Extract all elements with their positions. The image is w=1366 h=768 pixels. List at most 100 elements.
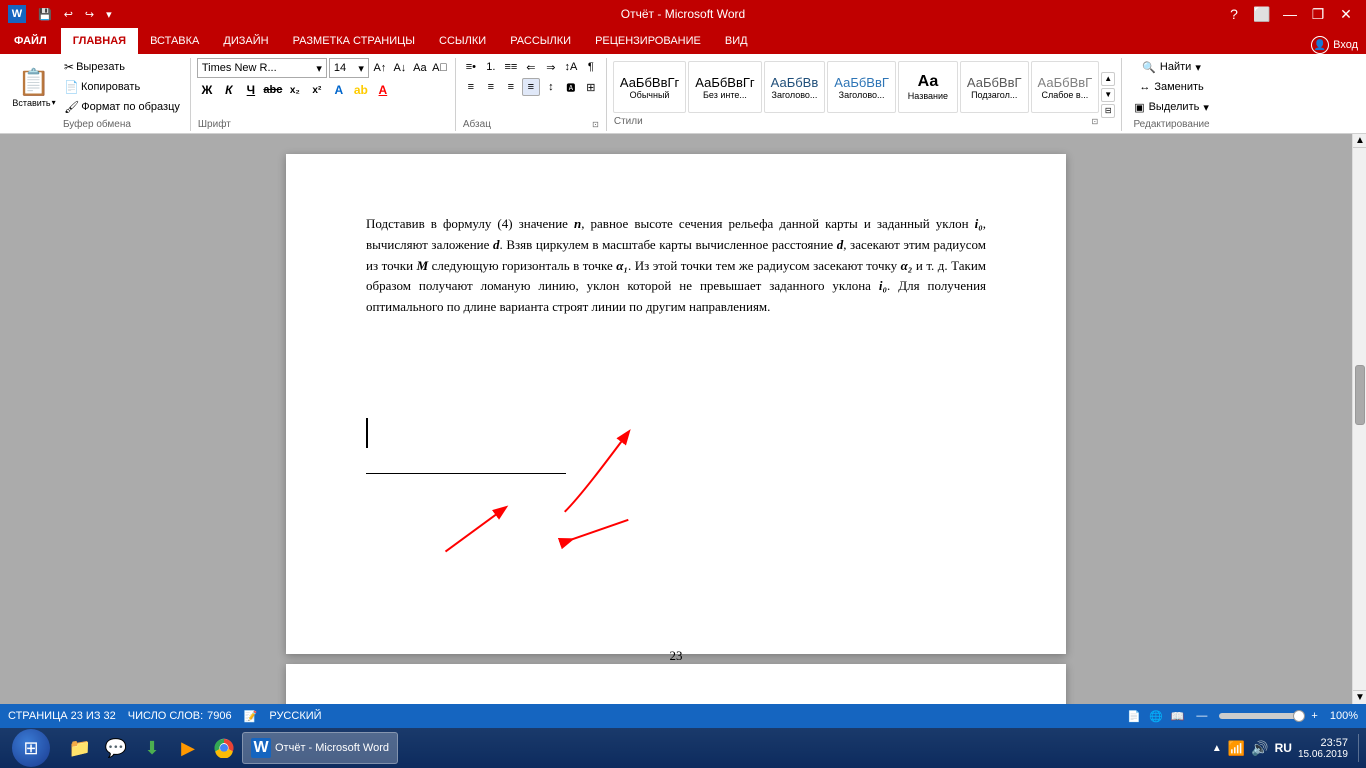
view-print-btn[interactable]: 📄 [1127,710,1141,723]
network-icon[interactable]: 📶 [1228,740,1245,757]
superscript-button[interactable]: x² [307,80,327,100]
clear-format-btn[interactable]: A⃝ [431,59,449,77]
style-h1-label: Заголово... [772,90,818,100]
zoom-slider[interactable] [1219,713,1299,719]
taskbar-downloader[interactable]: ⬇ [134,732,170,764]
shading-btn[interactable]: 🅰 [562,78,580,96]
line-spacing-btn[interactable]: ↕ [542,78,560,96]
styles-scroll-down[interactable]: ▼ [1101,88,1115,102]
zoom-minus-btn[interactable]: — [1196,710,1207,722]
bold-button[interactable]: Ж [197,80,217,100]
styles-scroll-more[interactable]: ⊟ [1101,104,1115,118]
underline-button[interactable]: Ч [241,80,261,100]
decrease-indent-btn[interactable]: ⇐ [522,58,540,76]
find-button[interactable]: 🔍 Найти ▾ [1136,58,1207,76]
paragraph-expand-icon[interactable]: ⊡ [592,120,599,129]
font-color-btn[interactable]: A [373,80,393,100]
style-no-spacing[interactable]: АаБбВвГг Без инте... [688,61,761,113]
restore-btn[interactable]: ❐ [1306,2,1330,26]
zoom-level[interactable]: 100% [1330,710,1358,722]
taskbar-discord[interactable]: 💬 [98,732,134,764]
zoom-plus-btn[interactable]: + [1311,710,1317,722]
justify-btn[interactable]: ≡ [522,78,540,96]
paste-button[interactable]: 📋 Вставить ▾ [10,61,58,113]
taskbar-word[interactable]: W Отчёт - Microsoft Word [242,732,398,764]
font-grow-btn[interactable]: A↑ [371,59,389,77]
tab-references[interactable]: ССЫЛКИ [427,28,498,54]
align-center-btn[interactable]: ≡ [482,78,500,96]
italic-button[interactable]: К [219,80,239,100]
clock-area[interactable]: 23:57 15.06.2019 [1298,737,1348,760]
zoom-thumb[interactable] [1293,710,1305,722]
increase-indent-btn[interactable]: ⇒ [542,58,560,76]
show-hide-btn[interactable]: ¶ [582,58,600,76]
start-button[interactable]: ⊞ [4,730,58,766]
help-btn[interactable]: ? [1222,2,1246,26]
align-right-btn[interactable]: ≡ [502,78,520,96]
replace-button[interactable]: ↔ Заменить [1133,78,1209,96]
style-heading2[interactable]: АаБбВвГ Заголово... [827,61,896,113]
scroll-thumb[interactable] [1355,365,1365,425]
align-left-btn[interactable]: ≡ [462,78,480,96]
undo-quick-btn[interactable]: ↩ [60,6,77,23]
styles-scroll-up[interactable]: ▲ [1101,72,1115,86]
numbering-btn[interactable]: 1. [482,58,500,76]
subscript-button[interactable]: x₂ [285,80,305,100]
bullets-btn[interactable]: ≡• [462,58,480,76]
language[interactable]: РУССКИЙ [269,710,321,722]
style-title[interactable]: Аа Название [898,61,958,113]
ribbon-display-btn[interactable]: ⬜ [1250,2,1274,26]
tab-review[interactable]: РЕЦЕНЗИРОВАНИЕ [583,28,713,54]
tab-mailings[interactable]: РАССЫЛКИ [498,28,583,54]
tab-design[interactable]: ДИЗАЙН [211,28,280,54]
sort-btn[interactable]: ↕A [562,58,580,76]
font-size-select[interactable]: 14 ▾ [329,58,369,78]
vertical-scrollbar[interactable]: ▲ ▼ [1352,134,1366,704]
style-normal-preview: АаБбВвГг [620,75,679,90]
document-area[interactable]: Подставив в формулу (4) значение n, равн… [0,134,1352,704]
view-web-btn[interactable]: 🌐 [1149,710,1163,723]
scroll-down-btn[interactable]: ▼ [1353,690,1366,704]
font-shrink-btn[interactable]: A↓ [391,59,409,77]
tab-home[interactable]: ГЛАВНАЯ [61,28,138,54]
tab-file[interactable]: ФАЙЛ [0,28,61,54]
title-bar-right: ? ⬜ — ❐ ✕ [1222,2,1358,26]
view-read-btn[interactable]: 📖 [1171,710,1185,723]
font-row-1: Times New R... ▾ 14 ▾ A↑ A↓ Aa A⃝ [197,58,449,78]
taskbar-chrome[interactable] [206,732,242,764]
font-family-select[interactable]: Times New R... ▾ [197,58,327,78]
format-painter-button[interactable]: 🖌 Формат по образцу [60,98,184,116]
language-indicator[interactable]: RU [1275,741,1292,755]
copy-button[interactable]: 📄 Копировать [60,78,184,96]
taskbar-media[interactable]: ▶ [170,732,206,764]
customize-quick-btn[interactable]: ▾ [102,6,116,23]
multilevel-btn[interactable]: ≡≡ [502,58,520,76]
tab-insert[interactable]: ВСТАВКА [138,28,211,54]
highlight-btn[interactable]: ab [351,80,371,100]
login-button[interactable]: 👤 Вход [1311,36,1358,54]
change-case-btn[interactable]: Aa [411,59,429,77]
redo-quick-btn[interactable]: ↪ [81,6,98,23]
borders-btn[interactable]: ⊞ [582,78,600,96]
close-btn[interactable]: ✕ [1334,2,1358,26]
find-arrow: ▾ [1195,61,1201,74]
cut-button[interactable]: ✂ Вырезать [60,58,184,76]
scroll-up-btn[interactable]: ▲ [1353,134,1366,148]
strikethrough-button[interactable]: abc [263,80,283,100]
text-effects-btn[interactable]: A [329,80,349,100]
style-subtitle[interactable]: АаБбВвГ Подзагол... [960,61,1029,113]
volume-icon[interactable]: 🔊 [1251,740,1268,757]
minimize-btn[interactable]: — [1278,2,1302,26]
tab-page-layout[interactable]: РАЗМЕТКА СТРАНИЦЫ [281,28,427,54]
style-normal[interactable]: АаБбВвГг Обычный [613,61,686,113]
tab-view[interactable]: ВИД [713,28,760,54]
save-quick-btn[interactable]: 💾 [34,6,56,23]
show-desktop-btn[interactable] [1358,734,1362,762]
proofing-icon[interactable]: 📝 [244,710,258,723]
style-heading1[interactable]: АаБбВв Заголово... [764,61,826,113]
taskbar-explorer[interactable]: 📁 [62,732,98,764]
styles-expand-icon[interactable]: ⊡ [1091,117,1098,126]
select-button[interactable]: ▣ Выделить ▾ [1128,98,1215,116]
tray-arrow[interactable]: ▲ [1212,743,1222,754]
style-subtle-em[interactable]: АаБбВвГ Слабое в... [1031,61,1100,113]
